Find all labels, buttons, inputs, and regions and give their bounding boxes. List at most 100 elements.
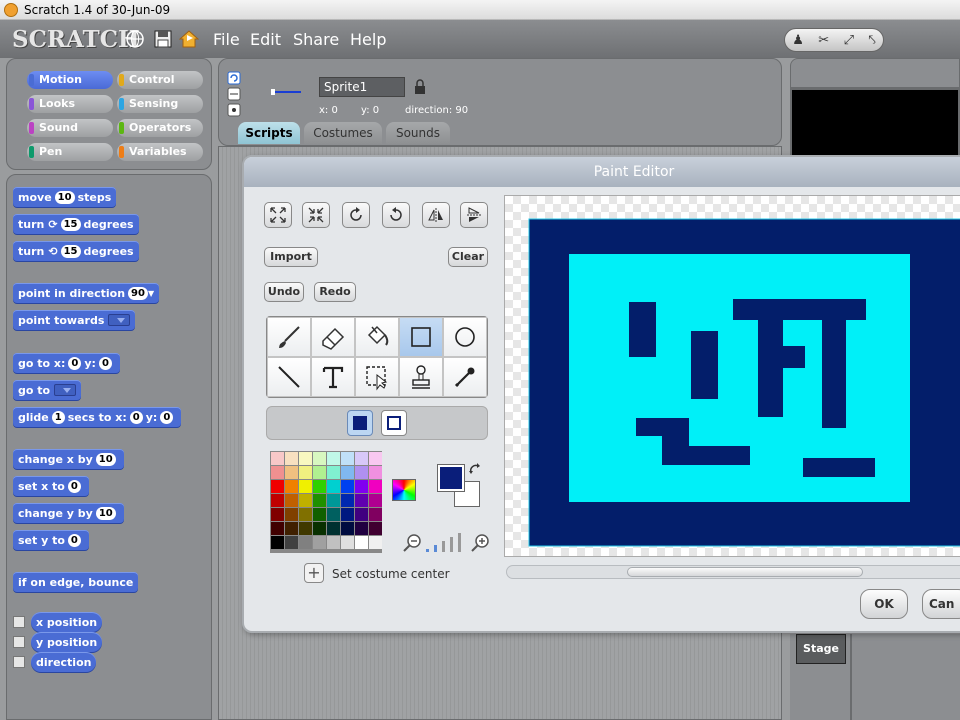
- sprite-name-field[interactable]: Sprite1: [319, 77, 405, 97]
- block-set-x[interactable]: set x to 0: [13, 476, 89, 496]
- set-center-plus-icon[interactable]: +: [304, 563, 324, 583]
- palette-swatch[interactable]: [355, 536, 368, 549]
- block-go-to[interactable]: go to: [13, 380, 82, 400]
- outline-shape-option[interactable]: [381, 410, 407, 436]
- palette-swatch[interactable]: [369, 508, 382, 521]
- set-costume-center-label[interactable]: Set costume center: [332, 567, 450, 581]
- category-looks[interactable]: Looks: [27, 95, 113, 113]
- category-sensing[interactable]: Sensing: [117, 95, 203, 113]
- palette-swatch[interactable]: [299, 522, 312, 535]
- palette-swatch[interactable]: [355, 452, 368, 465]
- turn-cw-input[interactable]: 15: [60, 217, 81, 231]
- block-point-in-direction[interactable]: point in direction 90 ▼: [13, 283, 160, 303]
- reporter-direction[interactable]: direction: [31, 652, 97, 672]
- palette-swatch[interactable]: [271, 466, 284, 479]
- palette-swatch[interactable]: [341, 494, 354, 507]
- palette-swatch[interactable]: [271, 494, 284, 507]
- x-position-checkbox[interactable]: [13, 616, 25, 628]
- paintbrush-tool[interactable]: [267, 317, 311, 357]
- scrollbar-thumb[interactable]: [627, 567, 863, 577]
- point-towards-dropdown[interactable]: [108, 314, 131, 326]
- menu-help[interactable]: Help: [350, 30, 386, 49]
- palette-swatch[interactable]: [341, 508, 354, 521]
- palette-swatch[interactable]: [299, 494, 312, 507]
- filled-shape-option[interactable]: [347, 410, 373, 436]
- tab-sounds[interactable]: Sounds: [386, 122, 450, 144]
- flip-horizontal-button[interactable]: [422, 202, 450, 228]
- palette-swatch[interactable]: [271, 452, 284, 465]
- block-turn-clockwise[interactable]: turn ⟳ 15 degrees: [13, 214, 139, 234]
- go-to-dropdown[interactable]: [54, 384, 77, 396]
- palette-swatch[interactable]: [299, 466, 312, 479]
- block-move-steps[interactable]: move 10 steps: [13, 187, 117, 207]
- block-set-y[interactable]: set y to 0: [13, 530, 89, 550]
- palette-swatch[interactable]: [369, 494, 382, 507]
- category-sound[interactable]: Sound: [27, 119, 113, 137]
- palette-swatch[interactable]: [299, 508, 312, 521]
- palette-swatch[interactable]: [327, 494, 340, 507]
- change-y-input[interactable]: 10: [95, 506, 116, 520]
- palette-swatch[interactable]: [341, 480, 354, 493]
- palette-swatch[interactable]: [299, 536, 312, 549]
- line-tool[interactable]: [267, 357, 311, 397]
- clear-button[interactable]: Clear: [448, 247, 488, 267]
- palette-swatch[interactable]: [341, 466, 354, 479]
- direction-input[interactable]: 90: [128, 286, 148, 300]
- fill-tool[interactable]: [355, 317, 399, 357]
- canvas-horizontal-scrollbar[interactable]: [506, 565, 960, 579]
- text-tool[interactable]: [311, 357, 355, 397]
- palette-swatch[interactable]: [341, 452, 354, 465]
- shrink-button[interactable]: [302, 202, 330, 228]
- palette-swatch[interactable]: [341, 522, 354, 535]
- swap-colors-icon[interactable]: [468, 463, 482, 477]
- palette-swatch[interactable]: [369, 452, 382, 465]
- palette-swatch[interactable]: [369, 536, 382, 549]
- direction-checkbox[interactable]: [13, 656, 25, 668]
- zoom-level-bars[interactable]: [426, 533, 466, 553]
- eraser-tool[interactable]: [311, 317, 355, 357]
- globe-icon[interactable]: [125, 29, 145, 49]
- set-y-input[interactable]: 0: [67, 533, 81, 547]
- ok-button[interactable]: OK: [860, 589, 908, 619]
- palette-swatch[interactable]: [285, 480, 298, 493]
- palette-swatch[interactable]: [327, 466, 340, 479]
- palette-swatch[interactable]: [355, 508, 368, 521]
- palette-swatch[interactable]: [369, 522, 382, 535]
- palette-swatch[interactable]: [327, 452, 340, 465]
- set-x-input[interactable]: 0: [67, 479, 81, 493]
- block-change-x[interactable]: change x by 10: [13, 449, 124, 469]
- y-position-checkbox[interactable]: [13, 636, 25, 648]
- block-change-y[interactable]: change y by 10: [13, 503, 124, 523]
- share-home-icon[interactable]: [179, 29, 199, 49]
- turn-ccw-input[interactable]: 15: [60, 244, 81, 258]
- paint-canvas[interactable]: [504, 195, 960, 557]
- palette-swatch[interactable]: [271, 508, 284, 521]
- palette-swatch[interactable]: [369, 480, 382, 493]
- palette-swatch[interactable]: [285, 536, 298, 549]
- block-glide[interactable]: glide 1 secs to x: 0 y: 0: [13, 407, 182, 427]
- tab-costumes[interactable]: Costumes: [304, 122, 382, 144]
- grow-sprite-icon[interactable]: ⤢: [844, 33, 854, 48]
- palette-swatch[interactable]: [285, 466, 298, 479]
- palette-swatch[interactable]: [327, 480, 340, 493]
- tab-scripts[interactable]: Scripts: [238, 122, 300, 144]
- menu-edit[interactable]: Edit: [250, 30, 281, 49]
- palette-swatch[interactable]: [355, 522, 368, 535]
- palette-swatch[interactable]: [313, 494, 326, 507]
- palette-swatch[interactable]: [271, 536, 284, 549]
- ellipse-tool[interactable]: [443, 317, 487, 357]
- menu-file[interactable]: File: [213, 30, 240, 49]
- shrink-sprite-icon[interactable]: ⤣: [868, 33, 875, 48]
- select-tool[interactable]: [355, 357, 399, 397]
- color-palette[interactable]: [270, 451, 382, 553]
- reporter-x-position[interactable]: x position: [31, 612, 103, 632]
- palette-swatch[interactable]: [369, 466, 382, 479]
- change-x-input[interactable]: 10: [95, 452, 116, 466]
- palette-swatch[interactable]: [313, 452, 326, 465]
- undo-button[interactable]: Undo: [264, 282, 304, 302]
- palette-swatch[interactable]: [285, 522, 298, 535]
- eyedropper-tool[interactable]: [443, 357, 487, 397]
- palette-swatch[interactable]: [299, 452, 312, 465]
- palette-swatch[interactable]: [313, 508, 326, 521]
- glide-y-input[interactable]: 0: [160, 410, 174, 424]
